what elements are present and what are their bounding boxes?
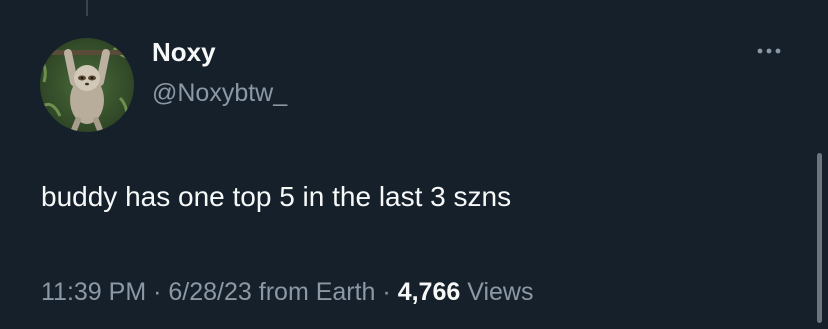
views-label: Views <box>467 278 534 306</box>
tweet-timestamp-time[interactable]: 11:39 PM <box>41 278 146 306</box>
avatar[interactable] <box>40 38 134 132</box>
tweet-metadata: 11:39 PM · 6/28/23 from Earth · 4,766 Vi… <box>41 275 533 309</box>
user-handle[interactable]: @Noxybtw_ <box>152 77 287 109</box>
more-options-button[interactable] <box>752 34 786 68</box>
tweet-source: from Earth <box>258 278 376 306</box>
tweet-text: buddy has one top 5 in the last 3 szns <box>41 181 512 212</box>
display-name[interactable]: Noxy <box>152 36 216 68</box>
meta-separator: · <box>382 278 391 306</box>
tweet-timestamp-date[interactable]: 6/28/23 <box>168 278 251 306</box>
scrollbar[interactable] <box>817 153 822 323</box>
views-count: 4,766 <box>397 278 461 306</box>
thread-connector-line <box>86 0 88 16</box>
meta-separator: · <box>153 278 162 306</box>
more-horizontal-icon <box>757 48 781 54</box>
